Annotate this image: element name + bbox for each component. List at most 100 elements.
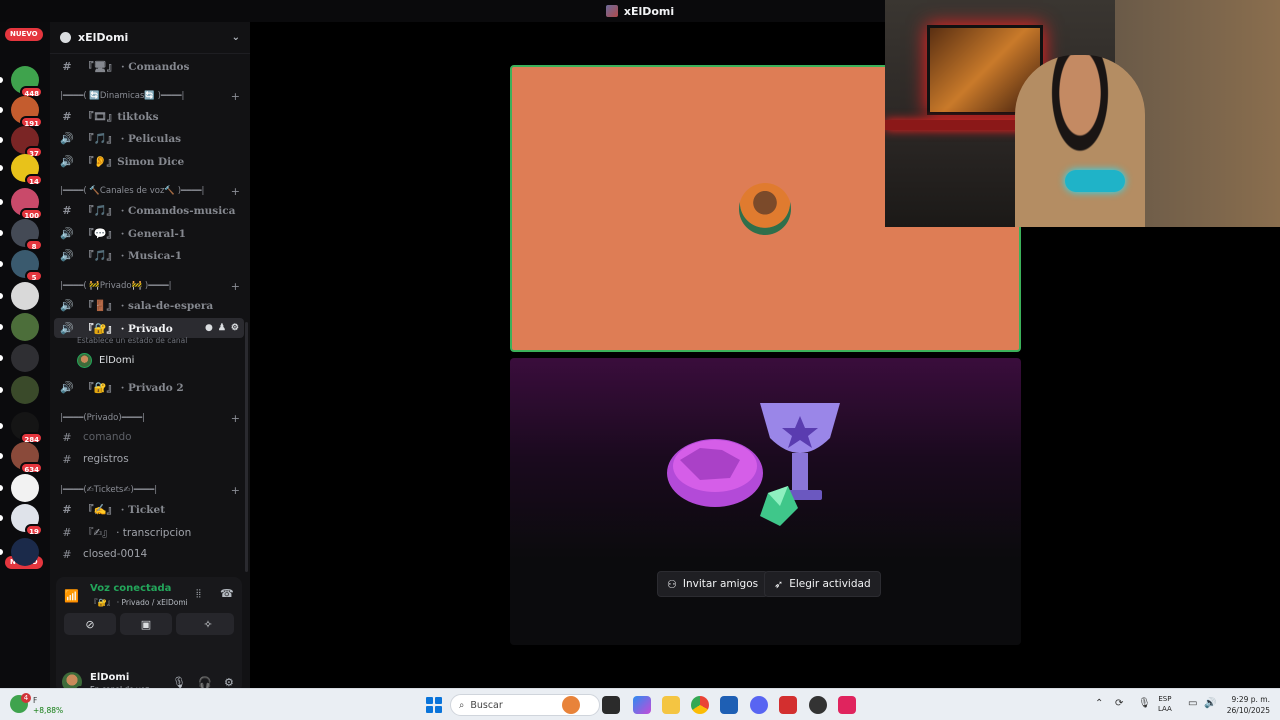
channel-comando[interactable]: # comando (54, 427, 244, 447)
server-icon[interactable] (11, 313, 39, 341)
camera-off-button[interactable]: ⊘ (64, 613, 116, 635)
search-placeholder: Buscar (470, 699, 503, 711)
disconnect-icon[interactable]: ☎ (220, 587, 234, 600)
file-explorer-icon[interactable] (662, 696, 680, 714)
gear-icon[interactable]: ⚙ (231, 323, 239, 333)
channel-comandos-musica[interactable]: # 『🎵』 · Comandos-musica (54, 200, 244, 220)
channel-label: 『✍』 · Ticket (83, 503, 166, 516)
server-icon[interactable]: 191 (11, 96, 43, 128)
channel-ticket[interactable]: # 『✍』 · Ticket (54, 499, 244, 519)
channel-label: 『💬』 · General-1 (83, 227, 186, 240)
server-icon[interactable] (11, 282, 39, 310)
hash-icon: # (62, 502, 72, 516)
guild-header[interactable]: xElDomi ⌄ (50, 22, 250, 54)
soundboard-button[interactable]: ✧ (182, 613, 234, 635)
channel-transcripcion[interactable]: # 『✍』 · transcripcion (54, 522, 244, 542)
choose-activity-button[interactable]: ➶ Elegir actividad (764, 571, 881, 597)
screen-share-icon: ▣ (140, 617, 152, 631)
chat-icon[interactable]: ● (205, 323, 213, 333)
volume-icon[interactable]: 🔊 (1204, 698, 1216, 709)
channel-label: 『👂』Simon Dice (83, 155, 185, 168)
chevron-down-icon[interactable]: ⌄ (232, 32, 240, 43)
camera-off-icon: ⊘ (85, 617, 95, 631)
invite-friends-button[interactable]: ⚇ Invitar amigos (657, 571, 769, 597)
channel-peliculas[interactable]: 🔊 『🎵』 · Peliculas (54, 128, 244, 148)
chrome-icon[interactable] (691, 696, 709, 714)
server-icon[interactable] (11, 538, 39, 566)
add-channel-icon[interactable]: + (231, 412, 240, 425)
channel-label: 『🚪』 · sala-de-espera (83, 299, 214, 312)
add-channel-icon[interactable]: + (231, 484, 240, 497)
webcam-person (1015, 55, 1145, 227)
mention-badge: 8 (25, 239, 43, 251)
unread-indicator (0, 355, 3, 361)
store-icon[interactable] (720, 696, 738, 714)
language-indicator[interactable]: ESP LAA (1158, 694, 1172, 714)
signal-icon[interactable]: 📶 (64, 589, 79, 603)
copilot-icon[interactable] (633, 696, 651, 714)
channel-label: closed-0014 (83, 548, 148, 560)
server-icon[interactable] (11, 344, 39, 372)
channel-musica-1[interactable]: 🔊 『🎵』 · Musica-1 (54, 245, 244, 265)
server-icon[interactable]: 8 (11, 219, 43, 251)
network-icon[interactable]: ▭ (1188, 698, 1197, 709)
channel-label: registros (83, 453, 129, 465)
category-label: |━━━━(✍Tickets✍)━━━━| (60, 485, 158, 495)
category-canales-de-voz[interactable]: |━━━━( 🔨Canales de voz🔨 )━━━━| + (60, 183, 240, 199)
screen-share-button[interactable]: ▣ (120, 613, 172, 635)
task-view-icon[interactable] (602, 696, 620, 714)
channel-sidebar: xElDomi ⌄ # 『🖥』 · Comandos |━━━━( 🔄Dinami… (50, 22, 250, 694)
unread-indicator (0, 230, 3, 236)
add-channel-icon[interactable]: + (231, 185, 240, 198)
channel-simon-dice[interactable]: 🔊 『👂』Simon Dice (54, 151, 244, 171)
server-icon[interactable]: 100 (11, 188, 43, 220)
server-icon[interactable]: 37 (11, 126, 43, 158)
category-privado[interactable]: |━━━━(Privado)━━━━| + (60, 410, 240, 426)
channel-privado-2[interactable]: 🔊 『🔐』 · Privado 2 (54, 377, 244, 397)
server-icon[interactable]: 19 (11, 504, 43, 536)
obs-icon[interactable] (809, 696, 827, 714)
unread-indicator (0, 261, 3, 267)
server-icon[interactable]: 448 (11, 66, 43, 98)
chevron-up-icon[interactable]: ⌃ (1095, 698, 1103, 709)
clock-date: 26/10/2025 (1226, 706, 1270, 715)
invite-icon[interactable]: ♟ (218, 323, 226, 333)
hash-icon: # (62, 525, 72, 539)
sync-icon[interactable]: ⟳ (1115, 698, 1123, 709)
server-icon[interactable]: 284 (11, 412, 43, 444)
webcam-overlay (885, 0, 1280, 227)
server-icon[interactable] (11, 474, 39, 502)
scrollbar[interactable] (245, 322, 248, 572)
server-icon[interactable] (11, 376, 39, 404)
add-channel-icon[interactable]: + (231, 280, 240, 293)
channel-tiktoks[interactable]: # 『🎞』tiktoks (54, 106, 244, 126)
discord-icon[interactable] (750, 696, 768, 714)
clock[interactable]: 9:29 p. m. 26/10/2025 (1222, 694, 1270, 716)
channel-privado[interactable]: 🔊 『🔐』 · Privado ● ♟ ⚙ (54, 318, 244, 338)
channel-registros[interactable]: # registros (54, 449, 244, 469)
category-privado-emoji[interactable]: |━━━━( 🚧Privado🚧 )━━━━| + (60, 278, 240, 294)
new-badge[interactable]: NUEVO (5, 28, 43, 41)
channel-sala-de-espera[interactable]: 🔊 『🚪』 · sala-de-espera (54, 295, 244, 315)
channel-closed-0014[interactable]: # closed-0014 (54, 544, 244, 564)
channel-general-1[interactable]: 🔊 『💬』 · General-1 (54, 223, 244, 243)
channel-comandos[interactable]: # 『🖥』 · Comandos (54, 56, 244, 76)
search-highlight-icon[interactable] (562, 696, 580, 714)
server-icon[interactable]: 5 (11, 250, 43, 282)
add-channel-icon[interactable]: + (231, 90, 240, 103)
microphone-tray-icon[interactable]: 🎙 (1138, 698, 1151, 709)
server-icon[interactable]: 14 (11, 154, 43, 186)
noise-suppression-icon[interactable]: ⦙⦙ (196, 587, 201, 601)
server-icon[interactable]: 634 (11, 442, 43, 474)
start-button[interactable] (426, 697, 442, 713)
keyboard-layout: LAA (1158, 705, 1172, 713)
stock-widget[interactable]: 4 F +8,88% (10, 693, 70, 717)
category-tickets[interactable]: |━━━━(✍Tickets✍)━━━━| + (60, 482, 240, 498)
category-dinamicas[interactable]: |━━━━( 🔄Dinamicas🔄 )━━━━| + (60, 88, 240, 104)
app-x-icon[interactable] (779, 696, 797, 714)
channel-status-hint[interactable]: Establece un estado de canal (77, 336, 187, 345)
tiktok-icon[interactable] (838, 696, 856, 714)
user-name[interactable]: ElDomi (90, 672, 129, 683)
voice-status-channel[interactable]: 『🔐』 · Privado / xElDomi (90, 597, 188, 608)
voice-member[interactable]: ElDomi (77, 351, 134, 369)
